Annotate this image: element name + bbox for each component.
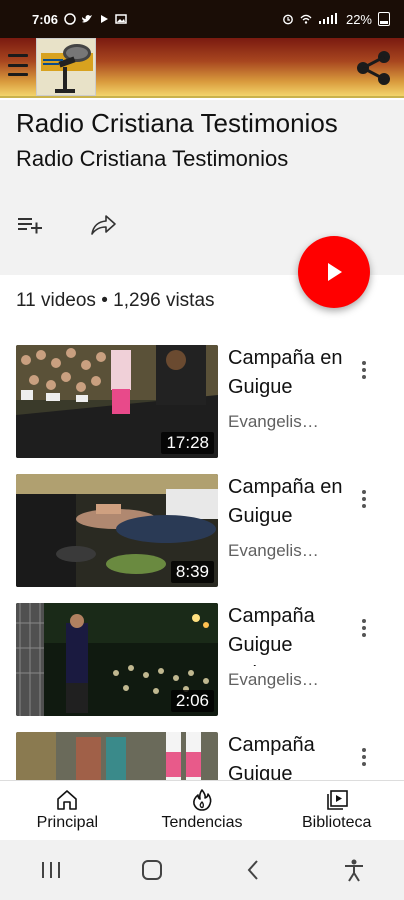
video-duration: 2:06 (170, 690, 214, 712)
video-channel: Evangelis… (228, 412, 319, 431)
more-options-icon[interactable] (356, 358, 372, 382)
nav-principal[interactable]: Principal (0, 781, 135, 838)
app-header (0, 38, 404, 98)
home-square-icon (141, 860, 162, 880)
channel-logo[interactable] (36, 38, 96, 96)
video-title[interactable]: Campaña Guigue Sabana (228, 602, 346, 666)
nav-label: Biblioteca (301, 813, 372, 831)
playlist-owner[interactable]: Radio Cristiana Testimonios (16, 146, 288, 172)
accessibility-button[interactable] (334, 850, 374, 890)
recent-apps-icon (41, 862, 60, 878)
video-thumbnail[interactable] (16, 732, 218, 780)
list-item[interactable]: 2:06 Campaña Guigue Sabana Evangelis… (0, 598, 404, 718)
battery-icon (378, 12, 390, 26)
library-icon (326, 789, 348, 810)
list-item[interactable]: 17:28 Campaña en Guigue Evangelis… (0, 340, 404, 460)
back-button[interactable] (233, 850, 273, 890)
menu-button[interactable] (8, 54, 28, 76)
whatsapp-icon (64, 13, 76, 25)
nav-label: Principal (36, 813, 99, 831)
gallery-icon (115, 14, 127, 24)
recent-apps-button[interactable] (31, 850, 71, 890)
play-all-button[interactable] (298, 236, 370, 308)
nav-tendencias[interactable]: Tendencias (135, 781, 270, 838)
signal-icon (318, 13, 337, 24)
video-thumbnail[interactable]: 2:06 (16, 603, 218, 716)
video-title[interactable]: Campaña en Guigue (228, 344, 346, 408)
more-options-icon[interactable] (356, 745, 372, 769)
bottom-navigation: Principal Tendencias Biblioteca (0, 780, 404, 838)
video-channel: Evangelis… (228, 670, 319, 689)
video-thumbnail[interactable]: 17:28 (16, 345, 218, 458)
status-bar: 7:06 22% (0, 0, 404, 38)
nav-biblioteca[interactable]: Biblioteca (269, 781, 404, 838)
share-icon[interactable] (354, 48, 394, 88)
video-title[interactable]: Campaña Guigue (228, 731, 346, 780)
video-list: 17:28 Campaña en Guigue Evangelis… 8:39 … (0, 340, 404, 780)
list-item[interactable]: Campaña Guigue (0, 727, 404, 780)
list-item[interactable]: 8:39 Campaña en Guigue Evangelis… (0, 469, 404, 589)
system-navigation-bar (0, 840, 404, 900)
home-icon (57, 789, 78, 810)
battery-percent: 22% (345, 11, 372, 27)
playlist-stats: 11 videos • 1,296 vistas (16, 290, 215, 311)
share-arrow-icon[interactable] (88, 210, 118, 240)
more-options-icon[interactable] (356, 487, 372, 511)
status-time: 7:06 (32, 11, 59, 27)
video-duration: 8:39 (170, 561, 214, 583)
home-button[interactable] (132, 850, 172, 890)
accessibility-icon (344, 859, 363, 882)
microphone-logo-icon (37, 39, 95, 95)
twitter-icon (82, 15, 93, 23)
trending-icon (193, 788, 212, 811)
play-icon (328, 263, 342, 281)
video-thumbnail[interactable]: 8:39 (16, 474, 218, 587)
more-options-icon[interactable] (356, 616, 372, 640)
video-duration: 17:28 (161, 432, 214, 454)
add-to-queue-icon[interactable] (16, 210, 44, 238)
alarm-icon (283, 14, 293, 25)
nav-label: Tendencias (161, 813, 243, 831)
playlist-title: Radio Cristiana Testimonios (16, 108, 338, 138)
back-chevron-icon (247, 860, 258, 880)
video-channel: Evangelis… (228, 541, 319, 560)
wifi-icon (300, 14, 312, 24)
youtube-icon (101, 15, 109, 23)
video-title[interactable]: Campaña en Guigue (228, 473, 346, 537)
